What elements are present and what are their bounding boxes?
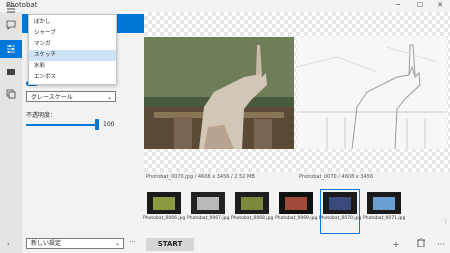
maximize-button[interactable]: ☐ — [413, 0, 427, 11]
rail-button-feedback[interactable] — [3, 17, 19, 33]
opacity-value: 100 — [103, 121, 115, 128]
preset-more-button[interactable]: ··· — [129, 238, 136, 246]
thumbnail-image[interactable] — [191, 192, 225, 214]
hamburger-menu-button[interactable] — [3, 1, 19, 17]
thumbnail-label: Photobat_0071.jpg — [363, 216, 406, 221]
chevron-down-icon: ⌄ — [114, 240, 120, 247]
dropdown-item-emboss[interactable]: エンボス — [29, 72, 116, 83]
opacity-slider-track[interactable] — [26, 124, 96, 126]
chat-icon — [6, 20, 16, 30]
start-button[interactable]: START — [146, 238, 194, 251]
sliders-icon — [7, 45, 15, 53]
add-icon[interactable]: + — [390, 238, 402, 251]
dropdown-item-sharpen[interactable]: シャープ — [29, 28, 116, 39]
delete-icon[interactable] — [415, 237, 427, 251]
close-button[interactable]: ✕ — [433, 0, 447, 11]
effect-dropdown: ぼかし シャープ マンガ スケッチ 水彩 エンボス — [28, 14, 117, 85]
preset-value: 新しい設定 — [31, 240, 62, 247]
color-mode-select[interactable]: グレースケール ⌄ — [26, 91, 116, 102]
rail-button-image[interactable] — [3, 64, 19, 80]
thumbnail-label: Photobat_0066.jpg — [143, 216, 186, 221]
trash-icon — [417, 237, 425, 248]
dropdown-item-blur[interactable]: ぼかし — [29, 17, 116, 28]
color-mode-value: グレースケール — [31, 94, 73, 101]
thumbnail-image[interactable] — [235, 192, 269, 214]
hamburger-icon — [7, 5, 15, 13]
original-photo — [144, 37, 294, 149]
image-icon — [7, 69, 15, 75]
layers-icon — [6, 89, 16, 99]
filmstrip-scroll-indicator[interactable]: ⋮ — [443, 218, 449, 225]
chevron-down-icon: ⌄ — [106, 94, 112, 101]
dropdown-item-watercolor[interactable]: 水彩 — [29, 61, 116, 72]
opacity-slider-thumb[interactable] — [95, 119, 99, 130]
thumbnail-image[interactable] — [367, 192, 401, 214]
thumbnail-image[interactable] — [323, 192, 357, 214]
rail-button-layers[interactable] — [3, 86, 19, 102]
preset-select[interactable]: 新しい設定 ⌄ — [26, 238, 124, 249]
sketch-preview — [297, 37, 447, 149]
expand-arrow-icon[interactable]: › — [7, 240, 10, 248]
thumbnail-image[interactable] — [279, 192, 313, 214]
title-bar — [0, 0, 450, 12]
thumbnail-image[interactable] — [147, 192, 181, 214]
thumbnail-label: Photobat_0069.jpg — [275, 216, 318, 221]
dropdown-item-manga[interactable]: マンガ — [29, 39, 116, 50]
thumbnail-label: Photobat_0067.jpg — [187, 216, 230, 221]
thumbnail-label: Photobat_0068.jpg — [231, 216, 274, 221]
rail-button-adjust[interactable] — [3, 41, 19, 57]
more-options-button[interactable]: ··· — [435, 238, 447, 251]
minimize-button[interactable]: ─ — [391, 0, 405, 11]
opacity-label: 不透明度： — [26, 112, 57, 119]
dropdown-item-sketch[interactable]: スケッチ — [29, 50, 116, 61]
thumbnail-label: Photobat_0070.jpg — [319, 216, 362, 221]
